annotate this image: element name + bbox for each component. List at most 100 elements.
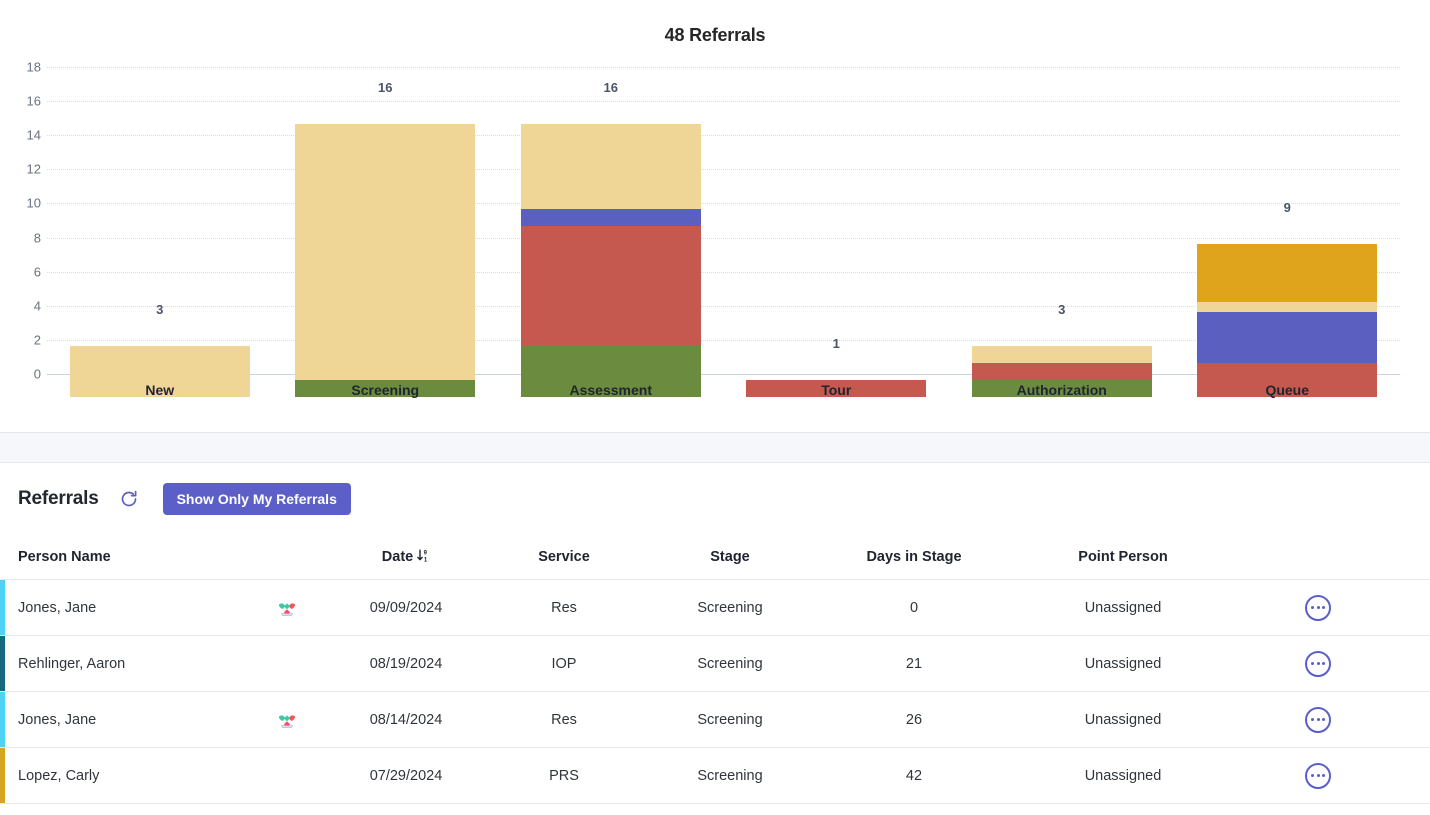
- column-header-point-person[interactable]: Point Person: [1008, 549, 1238, 565]
- cell-service: IOP: [551, 655, 577, 672]
- y-axis-tick-label: 0: [33, 366, 41, 382]
- chart-bar-screening[interactable]: [295, 124, 476, 397]
- x-axis-label-screening: Screening: [351, 382, 420, 398]
- cell-person-name[interactable]: Jones, Jane: [18, 599, 324, 617]
- chart-gridline: [47, 135, 1400, 137]
- kebab-menu-icon[interactable]: [1305, 650, 1331, 677]
- cell-days-in-stage: 0: [909, 599, 919, 616]
- y-axis-tick-label: 16: [26, 93, 41, 109]
- column-header-stage[interactable]: Stage: [640, 549, 820, 565]
- cell-stage: Screening: [697, 711, 763, 728]
- chart-bar-segment[interactable]: [971, 345, 1152, 363]
- column-header-person-name[interactable]: Person Name: [18, 549, 324, 565]
- column-header-days-in-stage[interactable]: Days in Stage: [820, 549, 1008, 565]
- cell-actions: [1238, 650, 1398, 677]
- chart-bar-segment[interactable]: [971, 362, 1152, 380]
- chart-bar-total-label: 3: [156, 301, 164, 317]
- cell-days-in-stage: 42: [905, 767, 923, 784]
- y-axis-tick-label: 10: [26, 195, 41, 211]
- cell-stage: Screening: [697, 655, 763, 672]
- sort-descending-icon: 9 1: [416, 548, 430, 567]
- chart-bar-total-label: 3: [1058, 301, 1066, 317]
- chart-bar-segment[interactable]: [520, 209, 701, 227]
- chart-bar-queue[interactable]: [1197, 243, 1378, 397]
- cell-person-name[interactable]: Lopez, Carly: [18, 768, 324, 784]
- person-name-text: Jones, Jane: [18, 711, 97, 728]
- row-status-accent-bar: [0, 692, 5, 747]
- y-axis-tick-label: 8: [33, 230, 41, 246]
- chart-gridline: [47, 237, 1400, 239]
- show-only-my-referrals-button[interactable]: Show Only My Referrals: [162, 483, 351, 515]
- chart-gridline: [47, 67, 1400, 68]
- column-header-service[interactable]: Service: [488, 549, 640, 565]
- y-axis-tick-label: 2: [33, 332, 41, 348]
- chart-bar-assessment[interactable]: [520, 124, 701, 397]
- table-rows-viewport[interactable]: Jones, Jane 09/09/2024 Res Screening 0 Unassi…: [0, 579, 1430, 814]
- cell-date: 08/19/2024: [369, 655, 443, 672]
- chart-bar-segment[interactable]: [1197, 311, 1378, 363]
- cell-service: Res: [551, 599, 577, 616]
- cell-stage: Screening: [697, 767, 763, 784]
- chart-bar-total-label: 16: [378, 80, 393, 96]
- cell-stage: Screening: [697, 599, 763, 616]
- referrals-table-panel: Referrals Show Only My Referrals Person …: [0, 463, 1430, 814]
- chart-bar-total-label: 16: [603, 80, 618, 96]
- x-axis-label-queue: Queue: [1265, 382, 1310, 398]
- chart-bar-segment[interactable]: [1197, 243, 1378, 302]
- y-axis-tick-label: 12: [26, 161, 41, 177]
- page-title: Referrals: [18, 488, 99, 509]
- chart-gridline: [47, 169, 1400, 171]
- table-row[interactable]: Jones, Jane 08/14/2024 Res Screening 26 Unass…: [0, 692, 1430, 748]
- cell-days-in-stage: 21: [905, 655, 923, 672]
- row-status-accent-bar: [0, 748, 5, 803]
- chart-bar-total-label: 9: [1283, 199, 1291, 215]
- person-name-text: Rehlinger, Aaron: [18, 655, 126, 672]
- row-status-accent-bar: [0, 636, 5, 691]
- table-toolbar: Referrals Show Only My Referrals: [0, 463, 1430, 535]
- chart-bar-segment[interactable]: [295, 124, 476, 380]
- cell-person-name[interactable]: Jones, Jane: [18, 711, 324, 729]
- chart-title: 48 Referrals: [664, 25, 766, 45]
- cell-date: 08/14/2024: [369, 711, 443, 728]
- x-axis-label-assessment: Assessment: [569, 382, 653, 398]
- kebab-menu-icon[interactable]: [1305, 594, 1331, 621]
- person-name-text: Jones, Jane: [18, 599, 97, 616]
- cell-point-person: Unassigned: [1084, 711, 1162, 728]
- cell-service: PRS: [549, 767, 579, 784]
- table-row[interactable]: Lopez, Carly 07/29/2024 PRS Screening 42 Unas…: [0, 748, 1430, 804]
- cell-point-person: Unassigned: [1084, 599, 1162, 616]
- chart-bar-segment[interactable]: [520, 226, 701, 346]
- svg-text:9: 9: [424, 550, 428, 556]
- table-row[interactable]: Rehlinger, Aaron 08/19/2024 IOP Screening 21…: [0, 636, 1430, 692]
- section-divider: [0, 432, 1430, 463]
- cell-days-in-stage: 26: [905, 711, 923, 728]
- x-axis-label-tour: Tour: [821, 382, 852, 398]
- column-header-date[interactable]: Date 9 1: [324, 548, 488, 567]
- y-axis-tick-label: 14: [26, 127, 41, 143]
- santa-recovery-logo-icon: [276, 711, 298, 729]
- kebab-menu-icon[interactable]: [1305, 762, 1331, 789]
- cell-date: 09/09/2024: [369, 599, 443, 616]
- cell-actions: [1238, 762, 1398, 789]
- table-row[interactable]: Jones, Jane 09/09/2024 Res Screening 0 Unassi…: [0, 580, 1430, 636]
- chart-bar-segment[interactable]: [1197, 301, 1378, 312]
- cell-person-name[interactable]: Rehlinger, Aaron: [18, 656, 324, 672]
- santa-recovery-logo-icon: [276, 599, 298, 617]
- chart-bar-segment[interactable]: [520, 124, 701, 210]
- cell-actions: [1238, 706, 1398, 733]
- cell-service: Res: [551, 711, 577, 728]
- y-axis-tick-label: 6: [33, 264, 41, 280]
- referrals-chart-panel: 48 Referrals 0 2 4 6 8 10 12 14 16 18 3 New 16 Screen…: [0, 0, 1430, 432]
- kebab-menu-icon[interactable]: [1305, 706, 1331, 733]
- cell-date: 07/29/2024: [369, 767, 443, 784]
- row-status-accent-bar: [0, 580, 5, 635]
- chart-gridline: [47, 101, 1400, 103]
- table-column-headers: Person Name Date 9 1 Service Stage Days …: [0, 535, 1430, 579]
- chart-bar-total-label: 1: [832, 335, 840, 351]
- cell-point-person: Unassigned: [1084, 655, 1162, 672]
- x-axis-label-new: New: [145, 382, 175, 398]
- person-name-text: Lopez, Carly: [18, 767, 100, 784]
- column-header-date-label: Date: [381, 549, 414, 565]
- refresh-icon[interactable]: [118, 488, 140, 510]
- svg-text:1: 1: [424, 557, 428, 563]
